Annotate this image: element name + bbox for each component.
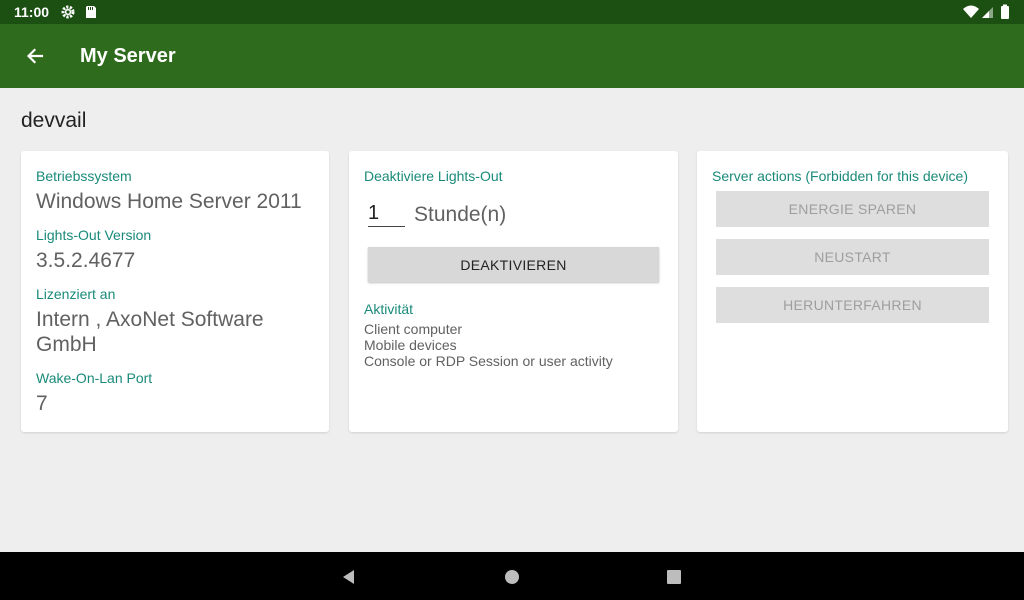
os-value: Windows Home Server 2011 — [36, 190, 302, 213]
app-bar: My Server — [0, 24, 1024, 88]
activity-item-mobile: Mobile devices — [364, 337, 457, 353]
os-label: Betriebssystem — [36, 168, 132, 184]
deactivate-card: Deaktiviere Lights-Out Stunde(n) DEAKTIV… — [349, 151, 678, 432]
hours-unit: Stunde(n) — [414, 203, 507, 226]
nav-back-icon[interactable] — [338, 566, 360, 588]
restart-button[interactable]: NEUSTART — [716, 239, 989, 275]
version-value: 3.5.2.4677 — [36, 249, 136, 272]
wol-label: Wake-On-Lan Port — [36, 370, 153, 386]
wifi-icon — [962, 4, 979, 20]
battery-icon — [1000, 4, 1016, 20]
settings-icon — [60, 4, 76, 20]
deactivate-button[interactable]: DEAKTIVIEREN — [368, 247, 659, 282]
signal-icon — [981, 4, 997, 20]
page-title: My Server — [80, 45, 176, 67]
activity-label: Aktivität — [364, 301, 414, 317]
nav-recents-icon[interactable] — [663, 566, 685, 588]
nav-home-icon[interactable] — [501, 566, 523, 588]
version-label: Lights-Out Version — [36, 227, 152, 243]
server-actions-title: Server actions (Forbidden for this devic… — [712, 168, 968, 184]
license-label: Lizenziert an — [36, 286, 116, 302]
wol-value: 7 — [36, 392, 48, 415]
navigation-bar — [0, 552, 1024, 600]
hours-input[interactable] — [368, 200, 405, 227]
status-time: 11:00 — [14, 4, 50, 20]
license-value: Intern , AxoNet Software GmbH — [36, 308, 264, 356]
server-info-card: Betriebssystem Windows Home Server 2011 … — [21, 151, 329, 432]
activity-item-console: Console or RDP Session or user activity — [364, 353, 613, 369]
activity-item-client: Client computer — [364, 321, 463, 337]
shutdown-button[interactable]: HERUNTERFAHREN — [716, 287, 989, 323]
server-name: devvail — [21, 109, 87, 132]
energy-save-button[interactable]: ENERGIE SPAREN — [716, 191, 989, 227]
status-bar: 11:00 — [0, 0, 1024, 24]
server-actions-card: Server actions (Forbidden for this devic… — [697, 151, 1008, 432]
deactivate-title: Deaktiviere Lights-Out — [364, 168, 503, 184]
back-arrow-icon[interactable] — [22, 42, 50, 70]
sd-card-icon — [83, 4, 99, 20]
